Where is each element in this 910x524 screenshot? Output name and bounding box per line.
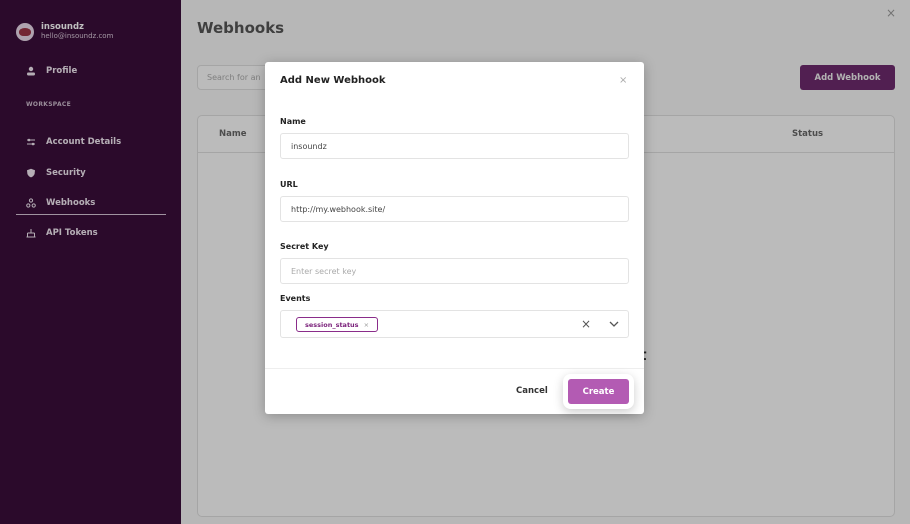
name-label: Name	[280, 117, 306, 126]
cancel-button[interactable]: Cancel	[516, 386, 548, 396]
events-label: Events	[280, 294, 311, 303]
modal-title: Add New Webhook	[280, 75, 386, 86]
close-icon[interactable]: ×	[619, 75, 627, 86]
event-chip[interactable]: session_status ×	[296, 317, 379, 332]
clear-icon[interactable]: ×	[581, 317, 591, 331]
url-label: URL	[280, 180, 298, 189]
secret-key-field[interactable]: Enter secret key	[280, 258, 629, 284]
url-field[interactable]: http://my.webhook.site/	[280, 196, 629, 222]
divider	[265, 368, 644, 369]
event-chip-label: session_status	[305, 320, 359, 329]
events-select[interactable]: session_status × ×	[280, 310, 629, 338]
remove-chip-icon[interactable]: ×	[364, 321, 369, 329]
create-button[interactable]: Create	[568, 379, 629, 404]
add-webhook-modal: Add New Webhook × Name insoundz URL http…	[265, 62, 644, 414]
name-field[interactable]: insoundz	[280, 133, 629, 159]
secret-key-label: Secret Key	[280, 242, 329, 251]
chevron-down-icon[interactable]	[608, 318, 620, 330]
